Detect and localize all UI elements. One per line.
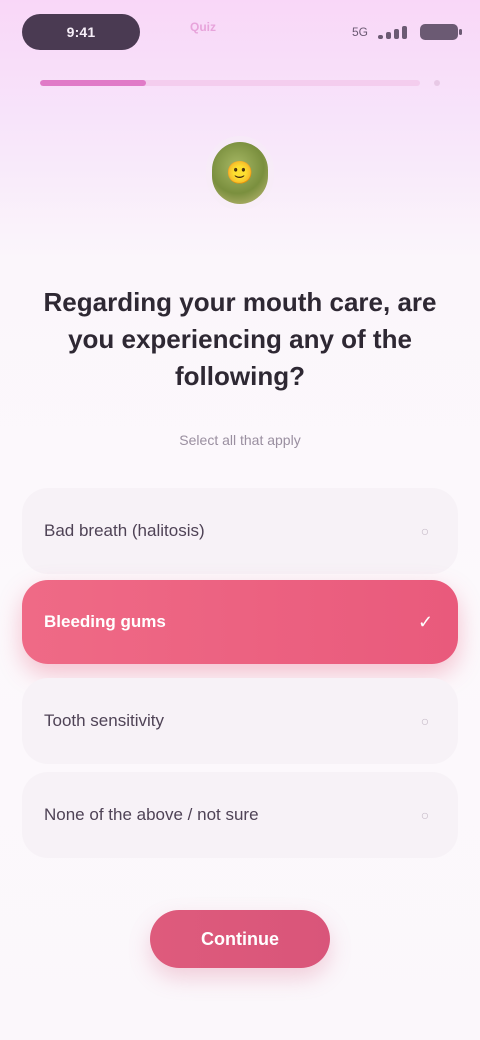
circle-icon: ○ [420,713,430,729]
avatar-emoji: 🙂 [226,160,254,185]
battery-icon [420,24,462,40]
answer-option-1[interactable]: Bad breath (halitosis) ○ [22,488,458,574]
answer-option-2[interactable]: Bleeding gums ✓ [22,580,458,664]
screen: 9:41 Quiz 5G 🙂 Regarding your mouth care… [0,0,480,1040]
signal-icon [378,25,410,39]
circle-icon: ○ [420,807,430,823]
progress-end-dot [434,80,440,86]
mascot-avatar: 🙂 [212,142,268,204]
answer-option-label: None of the above / not sure [44,805,259,824]
answer-option-4[interactable]: None of the above / not sure ○ [22,772,458,858]
question-title: Regarding your mouth care, are you exper… [43,287,437,391]
check-icon: ✓ [418,612,434,632]
status-time: 9:41 [22,14,140,50]
answer-option-label: Bleeding gums [44,612,166,631]
answer-option-3[interactable]: Tooth sensitivity ○ [22,678,458,764]
status-bar: 9:41 Quiz 5G [0,0,480,64]
circle-icon: ○ [420,523,430,539]
continue-button[interactable]: Continue [150,910,330,968]
network-label: 5G [351,25,368,39]
quiz-progress [40,78,440,88]
status-carrier: Quiz [190,20,216,34]
answer-options: Bad breath (halitosis) ○ Bleeding gums ✓… [22,488,458,866]
question-subtitle: Select all that apply [179,432,301,448]
status-right: 5G [351,24,462,40]
progress-track [40,80,420,86]
progress-fill [40,80,147,86]
answer-option-label: Tooth sensitivity [44,711,164,730]
answer-option-label: Bad breath (halitosis) [44,521,205,540]
